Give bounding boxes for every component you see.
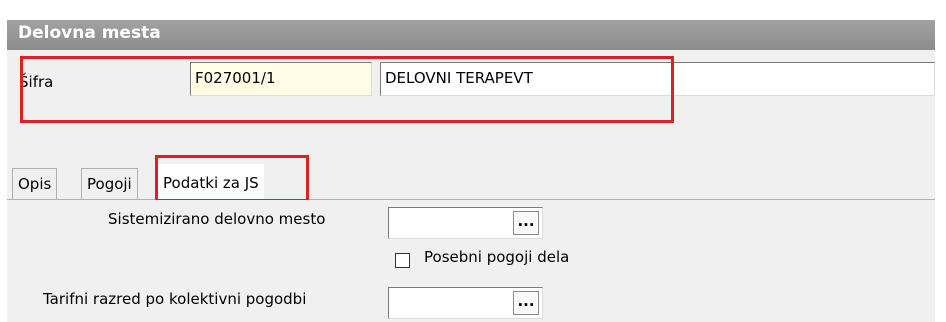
special-conditions-label[interactable]: Posebni pogoji dela	[424, 248, 569, 266]
window-title-bar: Delovna mesta	[7, 20, 935, 50]
window-title: Delovna mesta	[18, 23, 161, 43]
highlight-frame-header	[20, 56, 674, 123]
tab-strip	[7, 155, 935, 200]
tariff-class-label: Tarifni razred po kolektivni pogodbi	[43, 290, 307, 308]
systemized-position-lookup-button[interactable]: ...	[513, 211, 539, 235]
tab-opis[interactable]: Opis	[12, 168, 58, 199]
tariff-class-lookup-button[interactable]: ...	[513, 291, 539, 315]
systemized-position-input[interactable]: ...	[388, 207, 543, 239]
tab-pogoji[interactable]: Pogoji	[81, 168, 138, 199]
tariff-class-input[interactable]: ...	[388, 287, 543, 319]
systemized-position-label: Sistemizirano delovno mesto	[108, 210, 326, 228]
special-conditions-checkbox[interactable]	[395, 253, 410, 268]
highlight-frame-tab	[155, 155, 309, 202]
